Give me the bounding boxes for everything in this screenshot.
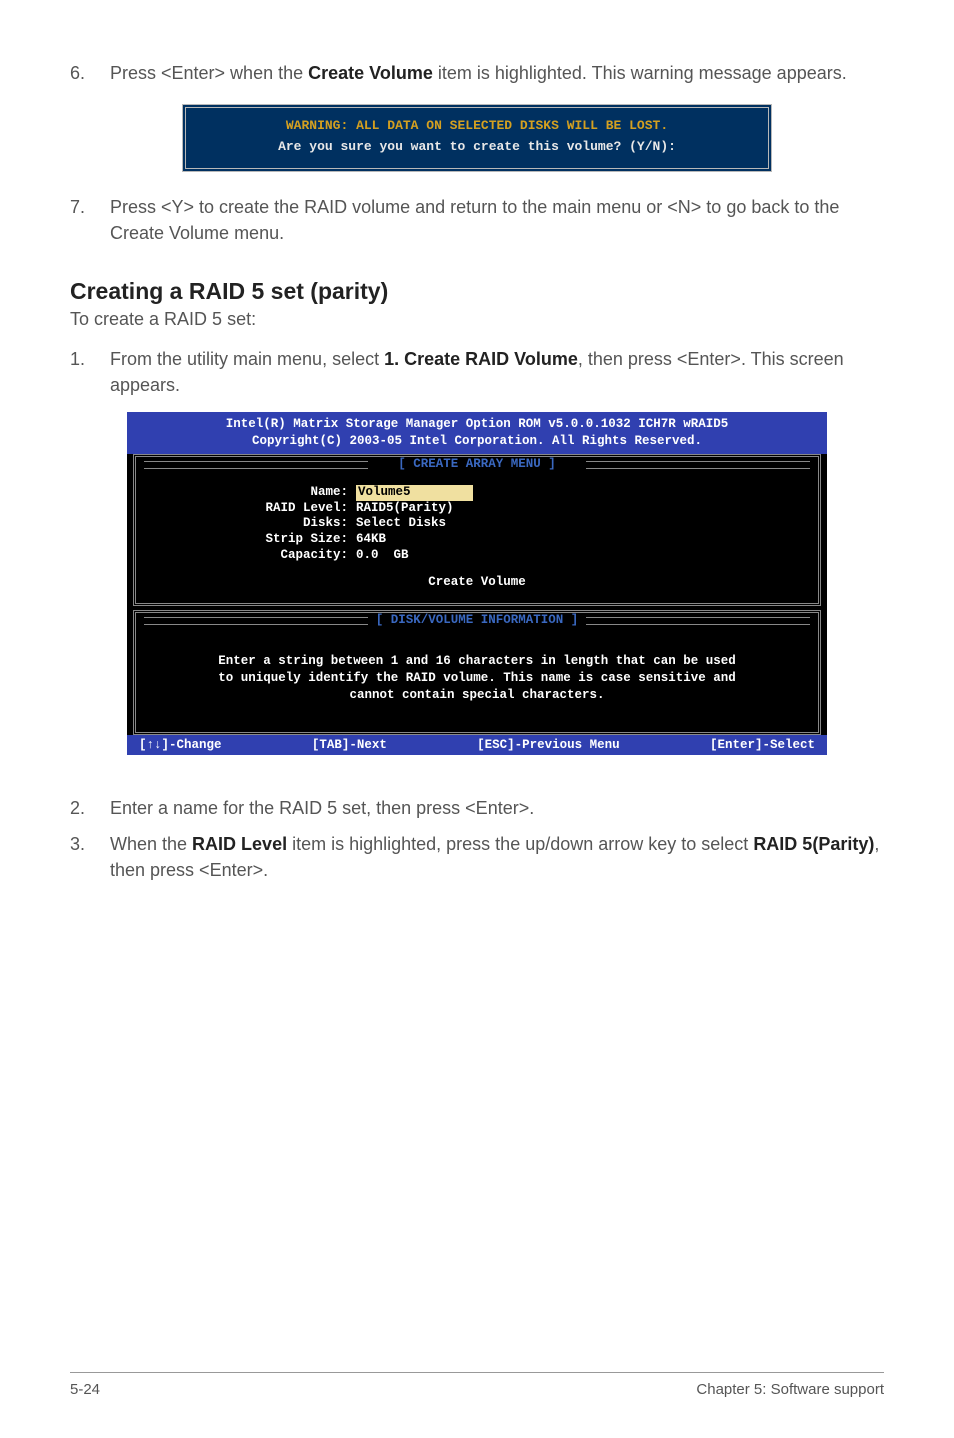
bold-term: RAID 5(Parity) [753,834,874,854]
step-number: 2. [70,795,110,821]
rule-line [586,461,810,469]
step-text: From the utility main menu, select 1. Cr… [110,346,884,398]
step-text: Press <Y> to create the RAID volume and … [110,194,884,246]
bios-screenshot: Intel(R) Matrix Storage Manager Option R… [127,412,827,755]
page-footer: 5-24 Chapter 5: Software support [70,1372,884,1398]
bold-term: Create Volume [308,63,433,83]
create-array-panel: [ CREATE ARRAY MENU ] Name: Volume5 RAID… [133,454,821,606]
page-number: 5-24 [70,1381,100,1398]
step-text: When the RAID Level item is highlighted,… [110,831,884,883]
bios-key-hints: [↑↓]-Change [TAB]-Next [ESC]-Previous Me… [127,735,827,755]
section-heading: Creating a RAID 5 set (parity) [70,278,884,305]
field-capacity: Capacity: 0.0 GB [136,548,818,564]
chapter-label: Chapter 5: Software support [696,1381,884,1398]
field-name: Name: Volume5 [136,485,818,501]
field-disks: Disks: Select Disks [136,516,818,532]
text: Press <Enter> when the [110,63,308,83]
text: item is highlighted. This warning messag… [433,63,847,83]
rule-line [586,617,810,625]
step-text: Press <Enter> when the Create Volume ite… [110,60,884,86]
hint-select: [Enter]-Select [710,738,815,752]
step-number: 3. [70,831,110,883]
panel-title: [ DISK/VOLUME INFORMATION ] [136,613,818,631]
step-3: 3. When the RAID Level item is highlight… [70,831,884,883]
disk-volume-info-panel: [ DISK/VOLUME INFORMATION ] Enter a stri… [133,610,821,735]
section-subtext: To create a RAID 5 set: [70,309,884,330]
step-7: 7. Press <Y> to create the RAID volume a… [70,194,884,246]
bold-term: 1. Create RAID Volume [384,349,578,369]
panel-title-text: [ CREATE ARRAY MENU ] [398,457,556,471]
step-number: 7. [70,194,110,246]
panel-title: [ CREATE ARRAY MENU ] [136,457,818,475]
warning-line: WARNING: ALL DATA ON SELECTED DISKS WILL… [200,118,754,133]
text: When the [110,834,192,854]
step-6: 6. Press <Enter> when the Create Volume … [70,60,884,86]
step-text: Enter a name for the RAID 5 set, then pr… [110,795,884,821]
step-2: 2. Enter a name for the RAID 5 set, then… [70,795,884,821]
text: From the utility main menu, select [110,349,384,369]
value[interactable]: Select Disks [356,516,778,532]
label: Name: [176,485,356,501]
hint-next: [TAB]-Next [312,738,387,752]
label: Strip Size: [176,532,356,548]
value[interactable]: RAID5(Parity) [356,501,778,517]
text: item is highlighted, press the up/down a… [287,834,753,854]
label: Capacity: [176,548,356,564]
field-strip-size: Strip Size: 64KB [136,532,818,548]
hint-previous: [ESC]-Previous Menu [477,738,620,752]
label: Disks: [176,516,356,532]
panel-title-text: [ DISK/VOLUME INFORMATION ] [376,613,579,627]
label: RAID Level: [176,501,356,517]
bios-title-line: Intel(R) Matrix Storage Manager Option R… [133,416,821,433]
name-input[interactable]: Volume5 [356,485,413,501]
bold-term: RAID Level [192,834,287,854]
value[interactable]: 0.0 GB [356,548,778,564]
field-raid-level: RAID Level: RAID5(Parity) [136,501,818,517]
bios-header: Intel(R) Matrix Storage Manager Option R… [127,412,827,454]
rule-line [144,617,368,625]
step-1: 1. From the utility main menu, select 1.… [70,346,884,398]
bios-copyright-line: Copyright(C) 2003-05 Intel Corporation. … [133,433,821,450]
confirm-prompt: Are you sure you want to create this vol… [200,139,754,154]
create-volume-action[interactable]: Create Volume [136,575,818,589]
bios-warning-dialog: WARNING: ALL DATA ON SELECTED DISKS WILL… [182,104,772,172]
help-line: Enter a string between 1 and 16 characte… [176,653,778,670]
step-number: 1. [70,346,110,398]
step-number: 6. [70,60,110,86]
help-line: cannot contain special characters. [176,687,778,704]
help-line: to uniquely identify the RAID volume. Th… [176,670,778,687]
help-text: Enter a string between 1 and 16 characte… [136,631,818,714]
rule-line [144,461,368,469]
hint-change: [↑↓]-Change [139,738,222,752]
value[interactable]: 64KB [356,532,778,548]
